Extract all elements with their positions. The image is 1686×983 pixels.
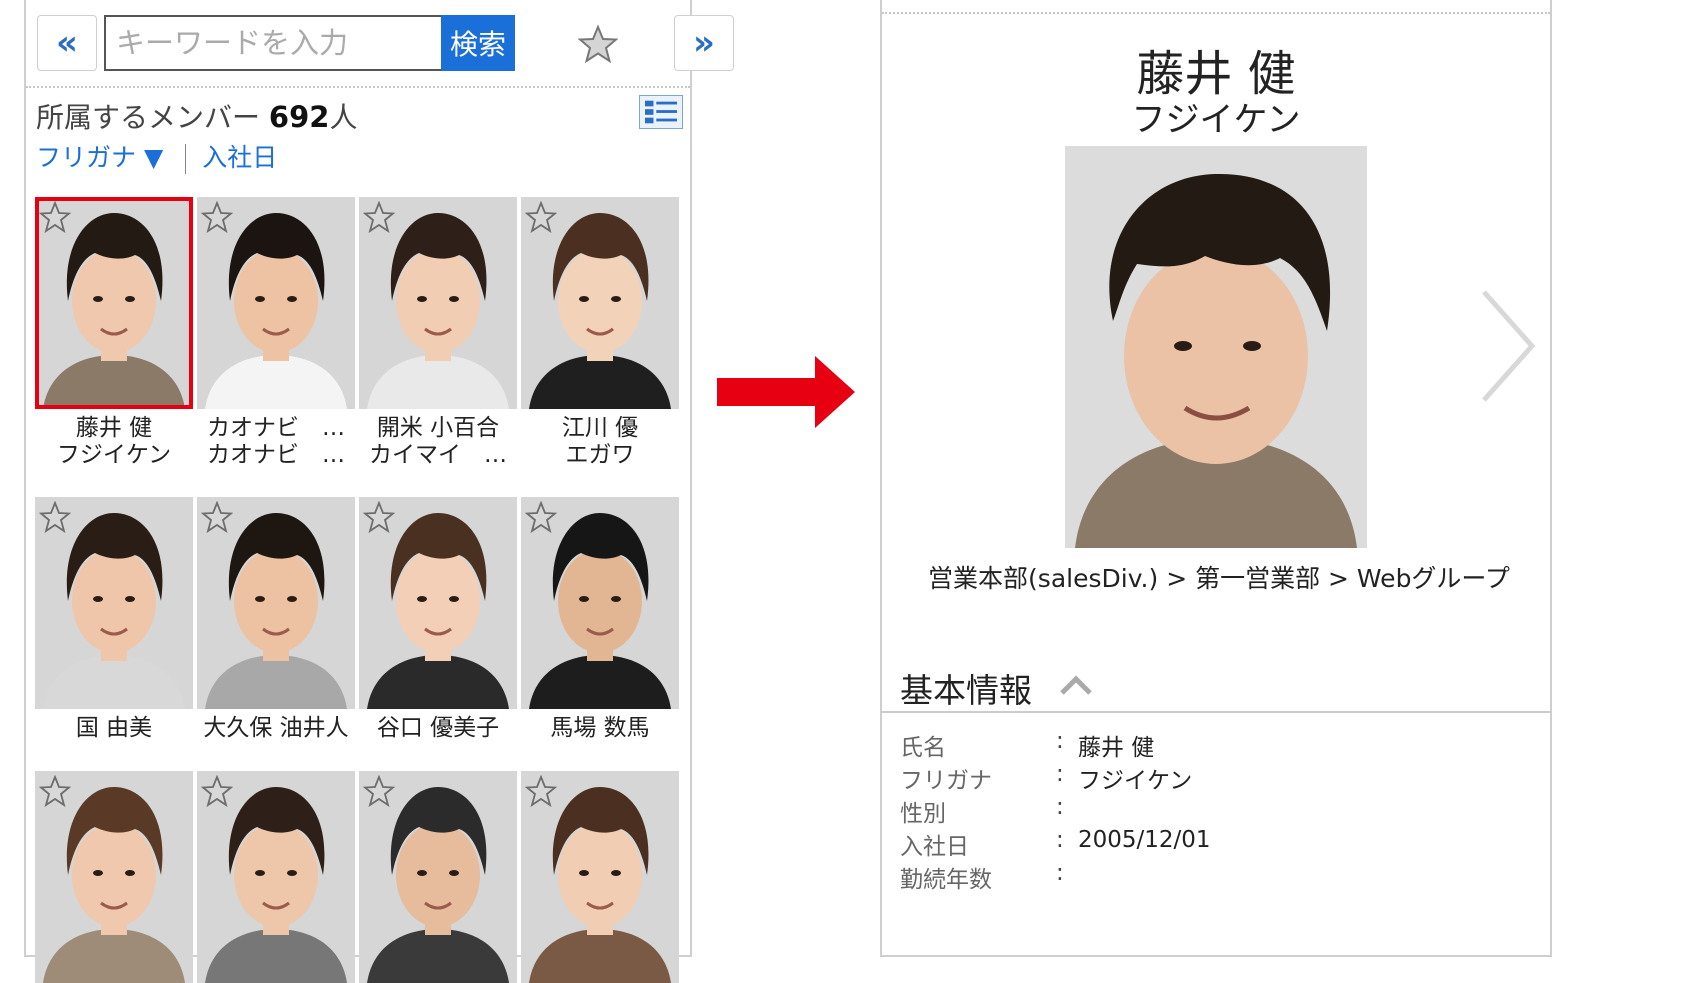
member-photo[interactable] xyxy=(359,197,517,409)
member-name-kanji: 馬場 数馬 xyxy=(550,715,650,741)
prev-page-icon: « xyxy=(56,23,78,63)
member-name-kana: フジイケン xyxy=(56,442,172,468)
member-name: 国 由美 xyxy=(35,715,193,742)
member-name: 馬場 数馬 xyxy=(521,715,679,742)
next-page-icon: » xyxy=(693,23,715,63)
member-name-kana: カオナビ … xyxy=(207,442,345,468)
favorite-star-icon[interactable] xyxy=(200,200,234,234)
member-name-kanji: 大久保 油井人 xyxy=(203,715,349,741)
favorite-star-icon[interactable] xyxy=(362,200,396,234)
info-colon: : xyxy=(1056,860,1064,886)
info-row: 勤続年数: xyxy=(900,860,1540,893)
info-label: 入社日 xyxy=(900,834,969,860)
member-name-kana: エガワ xyxy=(565,442,635,468)
favorite-star-icon[interactable] xyxy=(524,200,558,234)
divider xyxy=(882,711,1550,713)
list-view-icon[interactable] xyxy=(639,95,683,129)
member-photo[interactable] xyxy=(521,497,679,709)
detail-photo xyxy=(1065,146,1367,548)
info-label: フリガナ xyxy=(900,768,992,794)
member-photo[interactable] xyxy=(197,197,355,409)
favorite-star-icon[interactable] xyxy=(38,500,72,534)
favorite-star-icon[interactable] xyxy=(524,774,558,808)
member-photo[interactable] xyxy=(521,771,679,983)
member-count: 所属するメンバー 692人 xyxy=(36,100,358,134)
info-row: 入社日:2005/12/01 xyxy=(900,827,1540,860)
member-name: カオナビ … カオナビ … xyxy=(197,415,355,469)
sort-by-kana-link[interactable]: フリガナ ▼ xyxy=(36,143,163,172)
search-button[interactable]: 検索 xyxy=(441,15,515,71)
member-photo[interactable] xyxy=(197,771,355,983)
info-colon: : xyxy=(1056,728,1064,754)
favorite-star-icon[interactable] xyxy=(38,774,72,808)
search-toolbar: « キーワードを入力 検索 » xyxy=(26,0,734,88)
info-value: 藤井 健 xyxy=(1078,735,1155,761)
member-photo[interactable] xyxy=(359,771,517,983)
divider xyxy=(26,86,690,88)
member-photo[interactable] xyxy=(359,497,517,709)
member-photo[interactable] xyxy=(35,497,193,709)
member-name: 江川 優エガワ xyxy=(521,415,679,469)
favorite-star-icon[interactable] xyxy=(200,500,234,534)
member-name: 開米 小百合 カイマイ … xyxy=(359,415,517,469)
info-row: フリガナ: フジイケン xyxy=(900,761,1540,794)
info-value: 2005/12/01 xyxy=(1078,827,1211,853)
member-name: 大久保 油井人 xyxy=(197,715,355,742)
member-detail-panel: 藤井 健 フジイケン 営業本部(salesDiv.) > 第一営業部 > Web… xyxy=(880,0,1552,957)
prev-page-button[interactable]: « xyxy=(37,15,97,71)
member-name: 藤井 健フジイケン xyxy=(35,415,193,469)
favorite-star-icon[interactable] xyxy=(362,500,396,534)
favorite-star-icon[interactable] xyxy=(200,774,234,808)
detail-kana: フジイケン xyxy=(1131,100,1301,140)
member-name-kanji: 藤井 健 xyxy=(75,415,153,441)
info-label: 性別 xyxy=(900,801,946,827)
sort-options: フリガナ ▼ 入社日 xyxy=(36,138,277,174)
info-row: 氏名: 藤井 健 xyxy=(900,728,1540,761)
favorite-star-icon[interactable] xyxy=(524,500,558,534)
red-arrow-icon xyxy=(717,356,855,428)
search-input[interactable]: キーワードを入力 xyxy=(104,15,444,71)
basic-info-table: 氏名: 藤井 健フリガナ: フジイケン 性別: 入社日:2005/12/01 勤続年数: xyxy=(900,728,1540,924)
favorite-star-icon[interactable] xyxy=(38,200,72,234)
member-name: 谷口 優美子 xyxy=(359,715,517,742)
member-photo[interactable] xyxy=(35,771,193,983)
info-label: 氏名 xyxy=(900,735,946,761)
divider xyxy=(882,12,1550,14)
info-colon: : xyxy=(1056,761,1064,787)
info-colon: : xyxy=(1056,794,1064,820)
member-list-panel: « キーワードを入力 検索 » 所属するメンバー 692人 フリガナ ▼ 入社日 … xyxy=(24,0,734,983)
favorite-star-icon[interactable] xyxy=(578,24,618,64)
divider xyxy=(185,144,187,174)
info-label: 勤続年数 xyxy=(900,867,992,893)
sort-by-date-link[interactable]: 入社日 xyxy=(202,143,277,172)
member-name-kanji: 国 由美 xyxy=(75,715,153,741)
section-title[interactable]: 基本情報 xyxy=(900,664,1032,712)
info-colon: : xyxy=(1056,827,1064,853)
member-name-kana: カイマイ … xyxy=(369,442,507,468)
next-chevron-icon[interactable] xyxy=(1478,288,1538,404)
member-name-kanji: カオナビ … xyxy=(207,415,345,441)
info-row: 性別: xyxy=(900,794,1540,827)
next-page-button[interactable]: » xyxy=(674,15,734,71)
member-name-kanji: 江川 優 xyxy=(561,415,639,441)
member-name-kanji: 谷口 優美子 xyxy=(376,715,500,741)
member-name-kanji: 開米 小百合 xyxy=(376,415,500,441)
collapse-chevron-icon[interactable] xyxy=(1059,674,1093,696)
info-value: フジイケン xyxy=(1078,768,1193,794)
breadcrumb: 営業本部(salesDiv.) > 第一営業部 > Webグループ xyxy=(928,564,1510,593)
member-photo[interactable] xyxy=(521,197,679,409)
member-photo[interactable] xyxy=(197,497,355,709)
member-photo[interactable] xyxy=(35,197,193,409)
favorite-star-icon[interactable] xyxy=(362,774,396,808)
